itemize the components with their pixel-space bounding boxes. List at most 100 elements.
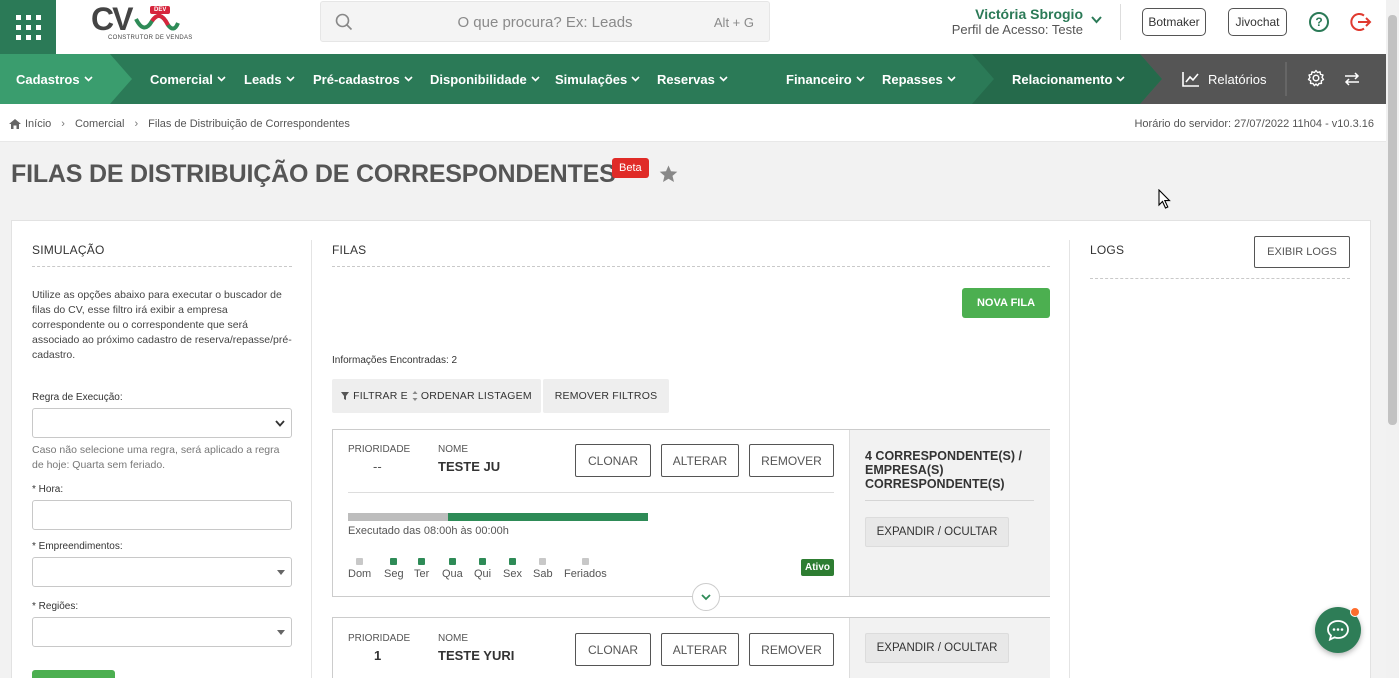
day-indicator <box>479 558 487 565</box>
day-indicator <box>418 558 426 565</box>
day-indicator <box>581 558 589 565</box>
day-label: Seg <box>384 568 404 580</box>
alter-button[interactable]: ALTERAR <box>661 444 739 477</box>
nav-repasses[interactable]: Repasses <box>882 54 956 104</box>
chevron-down-icon <box>631 76 640 82</box>
breadcrumb-bar: Início › Comercial › Filas de Distribuiç… <box>0 104 1386 142</box>
breadcrumb: Início › Comercial › Filas de Distribuiç… <box>9 118 350 130</box>
day-dom: Dom <box>348 558 371 580</box>
hora-label: * Hora: <box>32 484 64 495</box>
user-profile: Perfil de Acesso: Teste <box>951 22 1083 37</box>
nav-relacionamento[interactable]: Relacionamento <box>1012 54 1125 104</box>
beta-badge: Beta <box>612 158 649 178</box>
day-label: Sex <box>503 568 522 580</box>
divider <box>32 266 292 267</box>
logs-title: LOGS <box>1090 243 1125 257</box>
correspondents-count: 4 CORRESPONDENTE(S) / EMPRESA(S) CORRESP… <box>865 449 1022 491</box>
divider <box>865 500 1034 501</box>
scrollbar[interactable] <box>1386 0 1399 678</box>
clone-button[interactable]: CLONAR <box>575 444 651 477</box>
nav-simulacoes[interactable]: Simulações <box>555 54 640 104</box>
expand-hide-button[interactable]: EXPANDIR / OCULTAR <box>865 633 1009 663</box>
regra-select[interactable] <box>32 408 292 438</box>
search-placeholder: O que procura? Ex: Leads <box>457 14 633 31</box>
home-icon[interactable] <box>9 119 21 129</box>
filter-icon <box>341 392 350 400</box>
search-input[interactable]: O que procura? Ex: Leads Alt + G <box>320 1 770 42</box>
simulacao-description: Utilize as opções abaixo para executar o… <box>32 289 292 361</box>
user-menu[interactable]: Victória Sbrogio Perfil de Acesso: Teste <box>952 6 1083 37</box>
remove-filters-button[interactable]: REMOVER FILTROS <box>543 379 669 413</box>
clone-button[interactable]: CLONAR <box>575 633 651 666</box>
logo-wave-icon <box>134 13 180 31</box>
day-label: Sab <box>533 568 553 580</box>
apps-grid-icon[interactable] <box>0 0 56 54</box>
remove-button[interactable]: REMOVER <box>749 444 834 477</box>
filter-label: FILTRAR E <box>353 390 408 402</box>
nav-financeiro[interactable]: Financeiro <box>786 54 865 104</box>
breadcrumb-home[interactable]: Início <box>25 118 51 130</box>
nav-comercial[interactable]: Comercial <box>150 54 226 104</box>
jivochat-button[interactable]: Jivochat <box>1228 8 1287 36</box>
simular-button[interactable] <box>32 670 115 678</box>
remove-button[interactable]: REMOVER <box>749 633 834 666</box>
order-label: ORDENAR LISTAGEM <box>420 390 532 402</box>
nav-cadastros-label: Cadastros <box>16 71 80 87</box>
logo[interactable]: CV DEV CONSTRUTOR DE VENDAS <box>88 1 192 44</box>
expand-details-button[interactable] <box>692 583 720 611</box>
divider <box>348 492 834 493</box>
logout-icon[interactable] <box>1350 11 1372 33</box>
nav-disponibilidade[interactable]: Disponibilidade <box>430 54 540 104</box>
status-badge: Ativo <box>801 559 834 576</box>
hora-input[interactable] <box>32 500 292 530</box>
nova-fila-button[interactable]: NOVA FILA <box>962 288 1050 318</box>
nav-relatorios-label: Relatórios <box>1208 71 1267 87</box>
chevron-down-icon[interactable] <box>1091 16 1102 24</box>
breadcrumb-comercial[interactable]: Comercial <box>75 118 125 130</box>
day-ter: Ter <box>414 558 429 580</box>
priority-label: PRIORIDADE <box>348 444 411 455</box>
nav-leads-label: Leads <box>244 71 282 87</box>
favorite-star-icon[interactable] <box>659 165 678 183</box>
swap-icon[interactable] <box>1344 72 1360 86</box>
priority-label: PRIORIDADE <box>348 633 411 644</box>
day-label: Qua <box>442 568 463 580</box>
show-logs-button[interactable]: EXIBIR LOGS <box>1254 236 1350 268</box>
divider <box>332 266 1050 267</box>
chevron-down-icon <box>856 76 865 82</box>
help-icon[interactable]: ? <box>1309 12 1329 32</box>
botmaker-button[interactable]: Botmaker <box>1142 8 1206 36</box>
gear-icon[interactable] <box>1307 69 1325 87</box>
empreendimentos-select[interactable] <box>32 557 292 587</box>
queue-name: TESTE JU <box>438 459 501 474</box>
chevron-down-icon <box>947 76 956 82</box>
day-label: Feriados <box>564 568 607 580</box>
filter-order-button[interactable]: FILTRAR E ORDENAR LISTAGEM <box>332 379 541 413</box>
chevron-down-icon <box>275 420 285 427</box>
column-divider <box>311 240 312 678</box>
day-qua: Qua <box>442 558 463 580</box>
divider <box>1120 4 1121 40</box>
alter-button[interactable]: ALTERAR <box>661 633 739 666</box>
page-title: FILAS DE DISTRIBUIÇÃO DE CORRESPONDENTES <box>11 160 616 188</box>
scrollbar-thumb[interactable] <box>1388 15 1397 425</box>
nav-relatorios[interactable]: Relatórios <box>1182 54 1267 104</box>
day-indicator <box>390 558 398 565</box>
day-sab: Sab <box>533 558 553 580</box>
day-indicator <box>508 558 516 565</box>
nav-leads[interactable]: Leads <box>244 54 295 104</box>
nav-reservas[interactable]: Reservas <box>657 54 728 104</box>
nav-financeiro-label: Financeiro <box>786 71 852 87</box>
chevron-down-icon <box>531 76 540 82</box>
breadcrumb-separator: › <box>61 118 65 130</box>
nav-pre-cadastros[interactable]: Pré-cadastros <box>313 54 413 104</box>
expand-hide-button[interactable]: EXPANDIR / OCULTAR <box>865 517 1009 547</box>
execution-bar-fill <box>448 513 648 521</box>
nav-repasses-label: Repasses <box>882 71 943 87</box>
caret-down-icon <box>277 570 285 575</box>
day-label: Dom <box>348 568 372 580</box>
regioes-select[interactable] <box>32 617 292 647</box>
nav-cadastros[interactable]: Cadastros <box>16 54 93 104</box>
caret-down-icon <box>277 630 285 635</box>
chevron-down-icon <box>286 76 295 82</box>
